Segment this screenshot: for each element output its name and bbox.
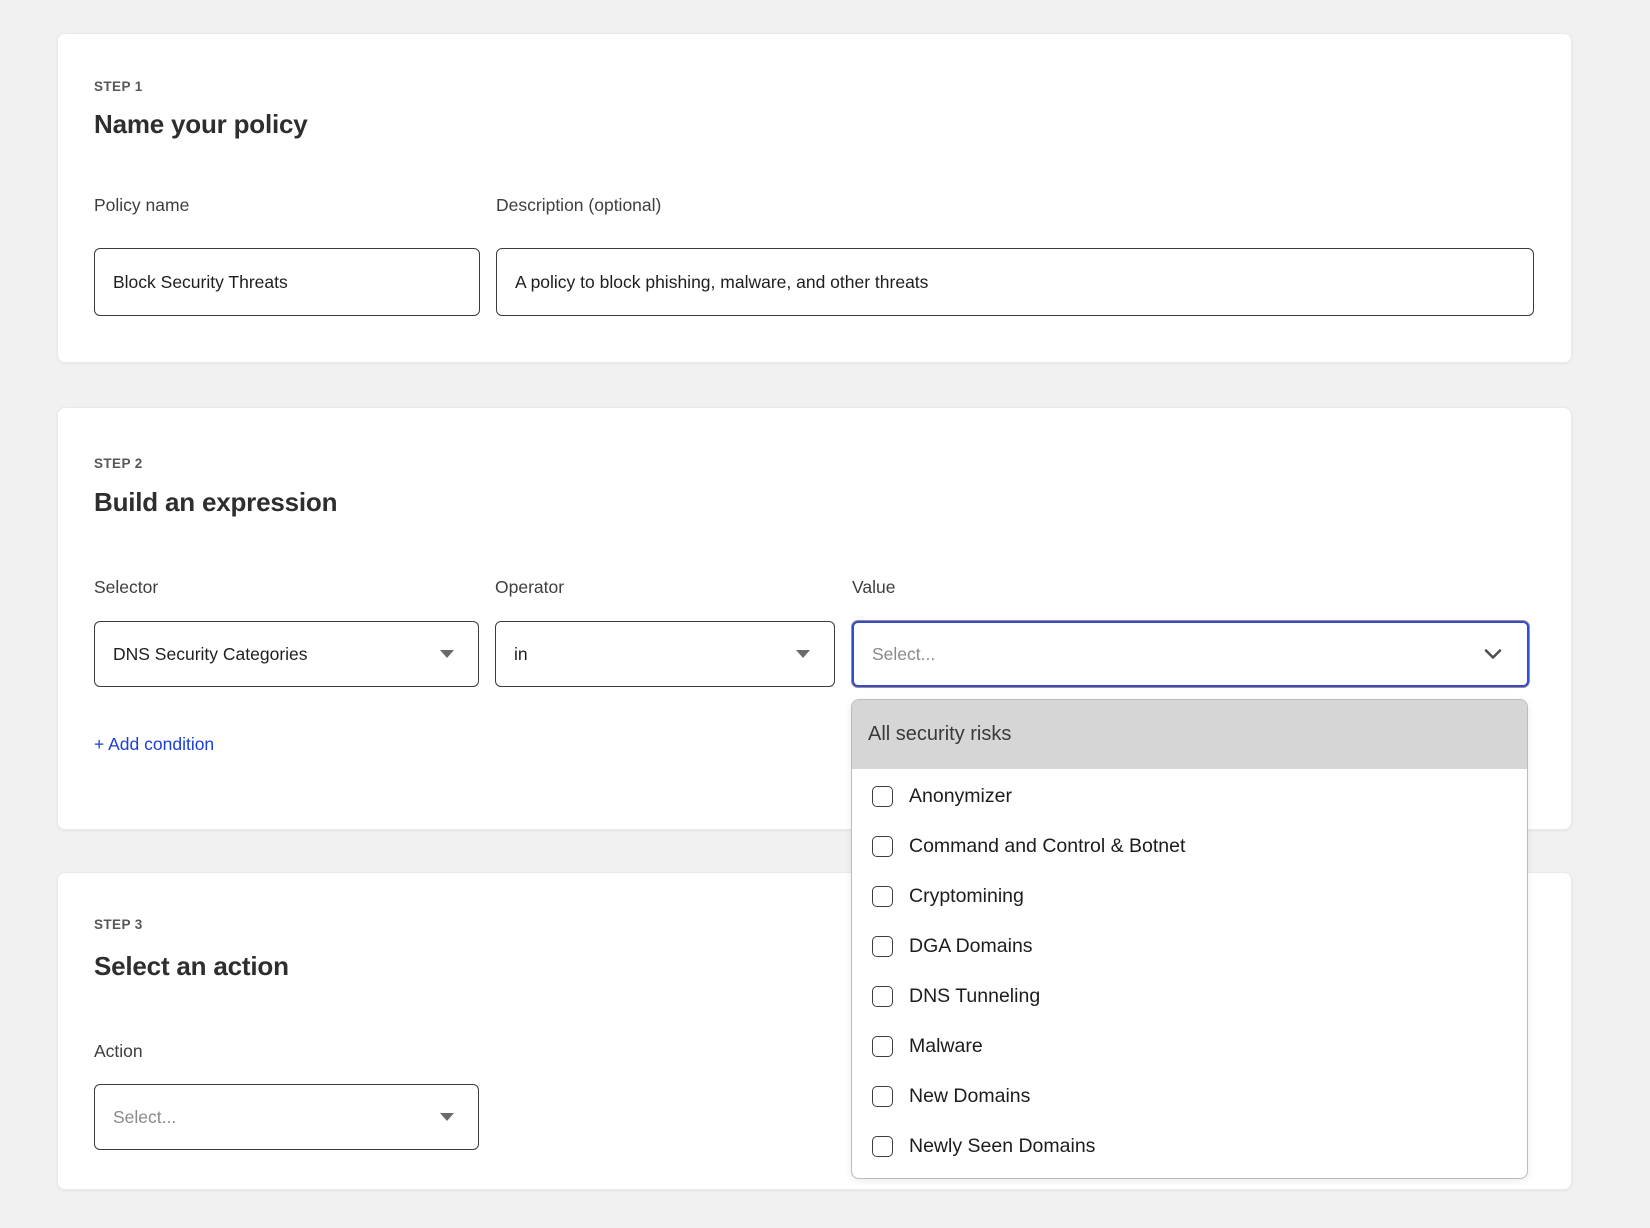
- option-checkbox[interactable]: [872, 936, 893, 957]
- operator-select[interactable]: in: [495, 621, 835, 687]
- operator-label: Operator: [495, 577, 564, 598]
- dropdown-option-dga-domains[interactable]: DGA Domains: [852, 921, 1527, 971]
- action-select-placeholder: Select...: [113, 1107, 440, 1128]
- option-checkbox[interactable]: [872, 836, 893, 857]
- dropdown-arrow-icon: [440, 1113, 454, 1121]
- step3-label: STEP 3: [94, 917, 143, 932]
- policy-name-label: Policy name: [94, 195, 189, 216]
- policy-builder-page: { "step1": { "step_label": "STEP 1", "ti…: [0, 0, 1650, 1228]
- description-input[interactable]: [496, 248, 1534, 316]
- selector-label: Selector: [94, 577, 158, 598]
- value-dropdown: All security risks Anonymizer Command an…: [851, 699, 1528, 1179]
- dropdown-arrow-icon: [796, 650, 810, 658]
- step1-title: Name your policy: [94, 109, 308, 140]
- value-select-placeholder: Select...: [872, 644, 1481, 665]
- chevron-down-icon: [1481, 642, 1505, 666]
- dropdown-arrow-icon: [440, 650, 454, 658]
- dropdown-option-anonymizer[interactable]: Anonymizer: [852, 771, 1527, 821]
- step1-card: STEP 1 Name your policy Policy name Desc…: [57, 33, 1572, 363]
- value-select[interactable]: Select...: [852, 621, 1529, 687]
- value-label: Value: [852, 577, 895, 598]
- option-checkbox[interactable]: [872, 1136, 893, 1157]
- dropdown-option-command-and-control-botnet[interactable]: Command and Control & Botnet: [852, 821, 1527, 871]
- step3-title: Select an action: [94, 951, 289, 982]
- description-label: Description (optional): [496, 195, 661, 216]
- dropdown-option-list: Anonymizer Command and Control & Botnet …: [852, 769, 1527, 1171]
- dropdown-option-malware[interactable]: Malware: [852, 1021, 1527, 1071]
- dropdown-group-header[interactable]: All security risks: [852, 700, 1527, 769]
- step1-label: STEP 1: [94, 79, 143, 94]
- option-checkbox[interactable]: [872, 786, 893, 807]
- add-condition-link[interactable]: + Add condition: [94, 734, 214, 755]
- step2-title: Build an expression: [94, 487, 337, 518]
- step2-label: STEP 2: [94, 456, 143, 471]
- action-select[interactable]: Select...: [94, 1084, 479, 1150]
- selector-select[interactable]: DNS Security Categories: [94, 621, 479, 687]
- option-checkbox[interactable]: [872, 1086, 893, 1107]
- dropdown-option-newly-seen-domains[interactable]: Newly Seen Domains: [852, 1121, 1527, 1171]
- operator-select-value: in: [514, 644, 796, 665]
- action-label: Action: [94, 1041, 143, 1062]
- dropdown-option-cryptomining[interactable]: Cryptomining: [852, 871, 1527, 921]
- selector-select-value: DNS Security Categories: [113, 644, 440, 665]
- option-checkbox[interactable]: [872, 1036, 893, 1057]
- dropdown-option-new-domains[interactable]: New Domains: [852, 1071, 1527, 1121]
- policy-name-input[interactable]: [94, 248, 480, 316]
- dropdown-option-dns-tunneling[interactable]: DNS Tunneling: [852, 971, 1527, 1021]
- option-checkbox[interactable]: [872, 986, 893, 1007]
- option-checkbox[interactable]: [872, 886, 893, 907]
